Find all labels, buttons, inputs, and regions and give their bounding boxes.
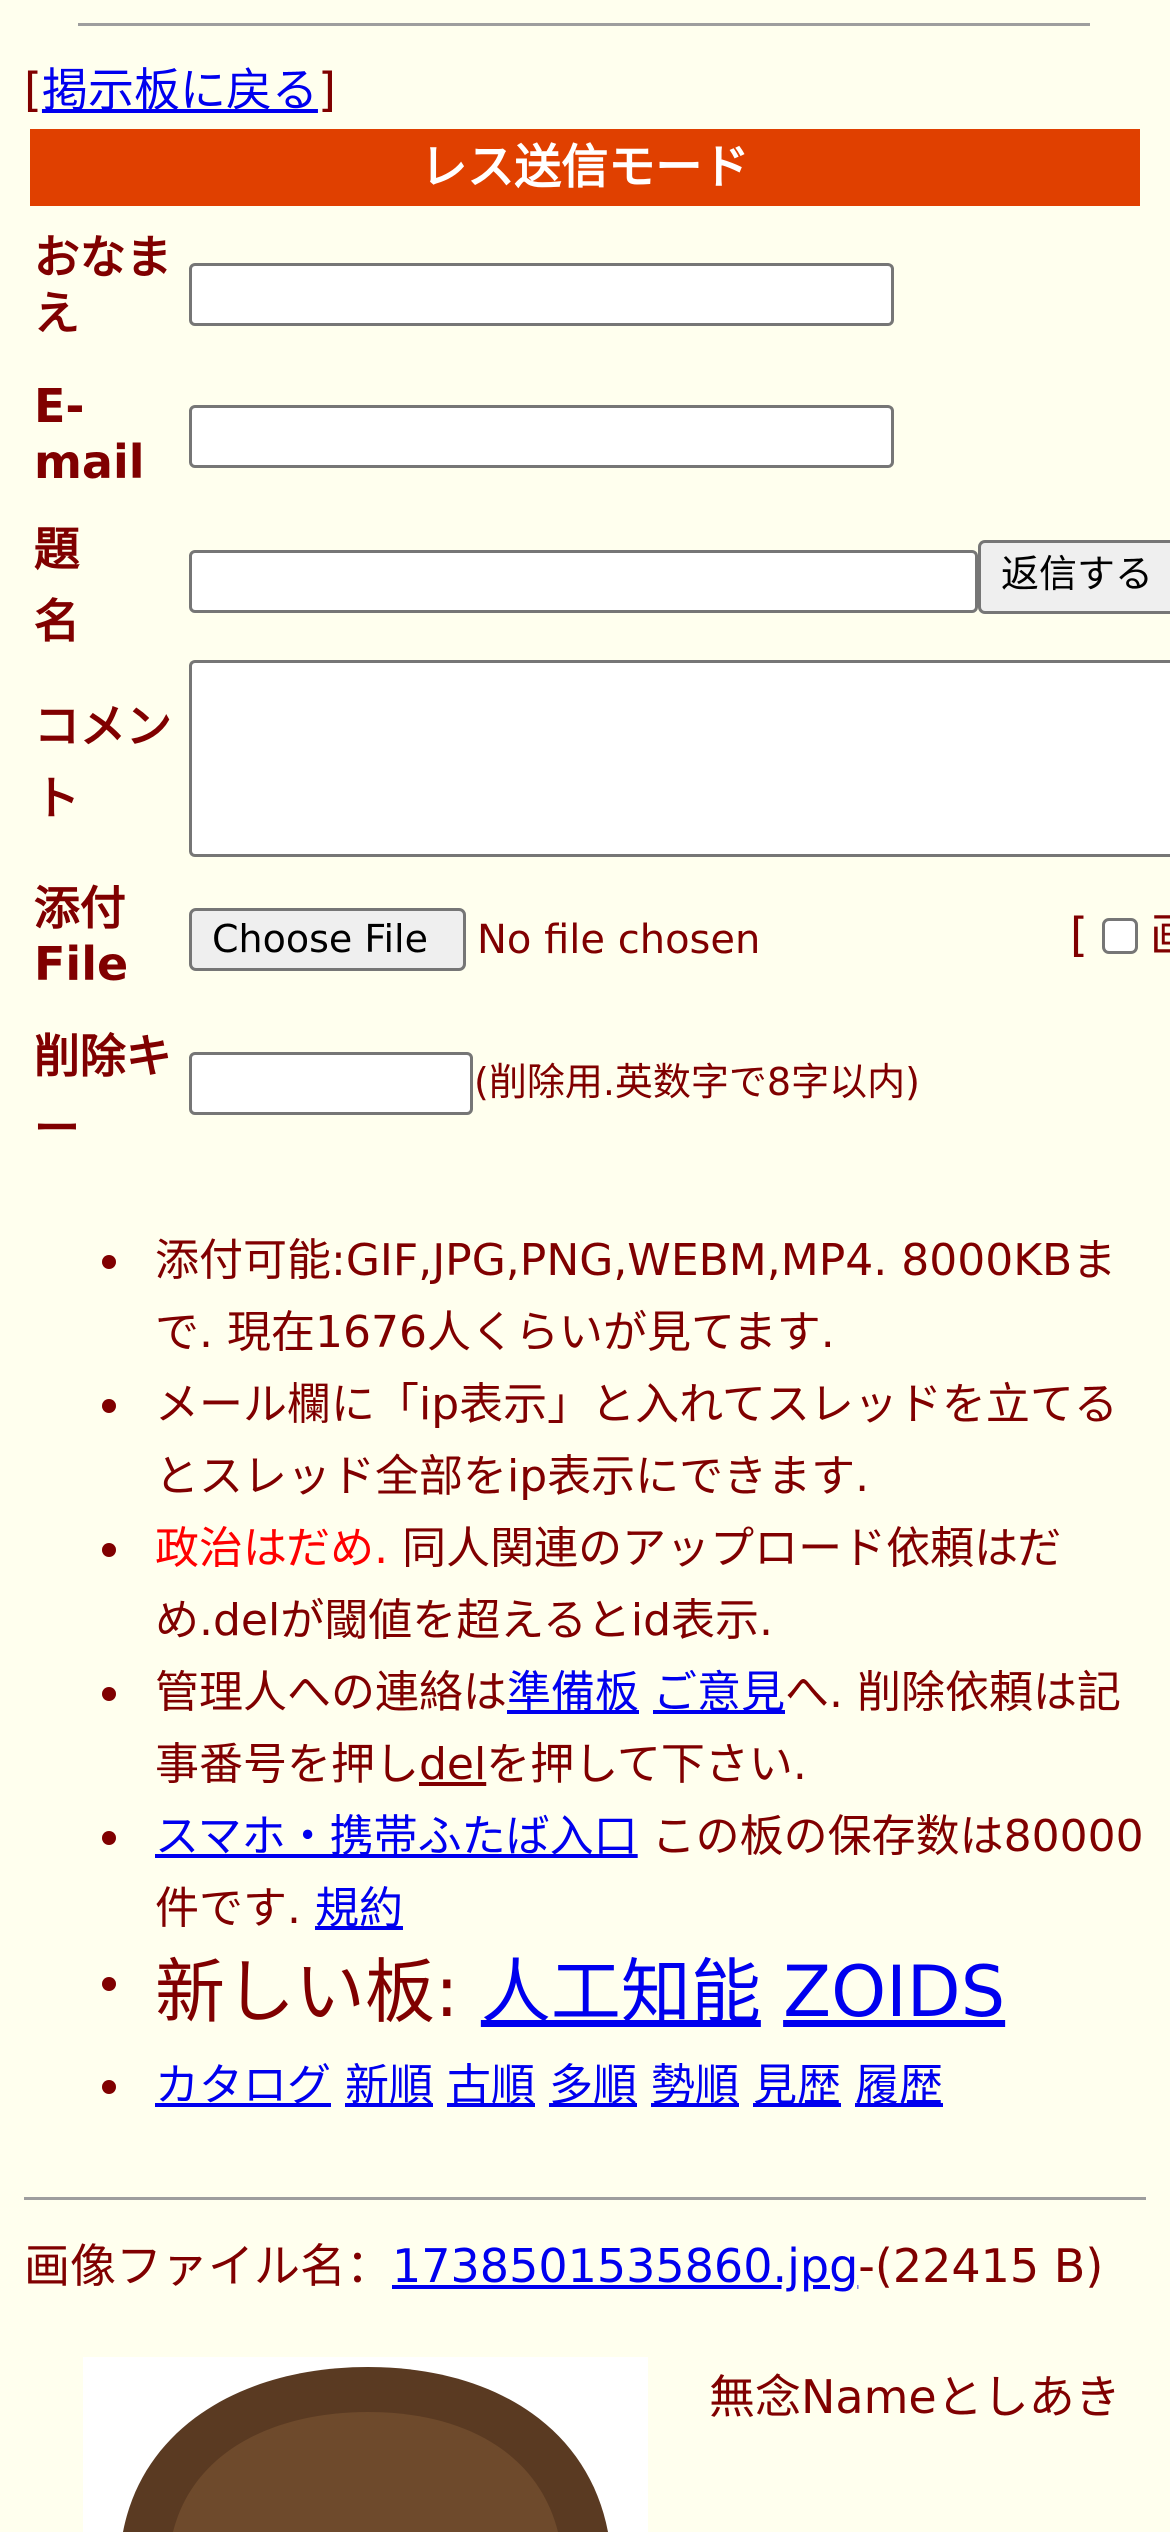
delete-key-label-line-2: ー [34, 1101, 80, 1155]
subject-label: 題 名 [34, 513, 80, 657]
post-file-info: 画像ファイル名：1738501535860.jpg-(22415 B) [24, 2236, 1134, 2296]
list-item: 管理人への連絡は準備板 ご意見へ. 削除依頼は記事番号を押しdelを押して下さい… [102, 1657, 1145, 1801]
terms-link[interactable]: 規約 [315, 1883, 403, 1934]
comment-textarea[interactable] [189, 660, 1170, 857]
subject-input[interactable] [189, 550, 978, 613]
list-item: カタログ 新順 古順 多順 勢順 見歴 履歴 [102, 2050, 1145, 2122]
file-label-line-1: 添付 [34, 881, 126, 935]
sort-most-replies-link[interactable]: 多順 [549, 2060, 637, 2111]
delete-key-note: (削除用.英数字で8字以内) [474, 1060, 920, 1104]
reply-mode-banner: レス送信モード [30, 129, 1140, 206]
delete-key-label-line-1: 削除キ [34, 1029, 172, 1083]
ai-board-link[interactable]: 人工知能 [481, 1951, 761, 2033]
bottom-divider [24, 2197, 1146, 2200]
back-bracket-open: [ [24, 63, 42, 117]
name-label-line-2: え [34, 286, 80, 340]
list-item: スマホ・携帯ふたば入口 この板の保存数は80000件です. 規約 [102, 1801, 1145, 1945]
no-politics-warning: 政治はだめ. [155, 1523, 389, 1574]
delete-key-input[interactable] [189, 1052, 473, 1115]
comment-label-line-2: ト [34, 771, 80, 825]
new-boards-label: 新しい板: [155, 1951, 481, 2033]
top-divider [78, 23, 1090, 26]
back-to-board-link[interactable]: 掲示板に戻る [42, 63, 318, 117]
name-label: おなま え [34, 229, 172, 341]
comment-label-line-1: コメン [34, 699, 172, 753]
list-item: メール欄に「ip表示」と入れてスレッドを立てるとスレッド全部をip表示にできます… [102, 1369, 1145, 1513]
choose-file-button[interactable]: Choose File [189, 908, 466, 971]
ip-display-text: メール欄に「ip表示」と入れてスレッドを立てるとスレッド全部をip表示にできます… [155, 1379, 1118, 1502]
reply-submit-button[interactable]: 返信する [978, 540, 1170, 614]
prep-board-link[interactable]: 準備板 [507, 1667, 639, 1718]
options-bracket: [ [1070, 908, 1088, 962]
sort-momentum-link[interactable]: 勢順 [651, 2060, 739, 2111]
sort-oldest-link[interactable]: 古順 [447, 2060, 535, 2111]
name-input[interactable] [189, 263, 894, 326]
no-file-status: No file chosen [477, 917, 761, 963]
file-size: -(22415 B) [858, 2239, 1104, 2293]
zoids-board-link[interactable]: ZOIDS [783, 1951, 1005, 2033]
email-input[interactable] [189, 405, 894, 468]
upload-limits-text: 添付可能:GIF,JPG,PNG,WEBM,MP4. 8000KBまで. 現在1… [155, 1235, 1117, 1358]
poster-name: 無念Nameとしあき [709, 2370, 1121, 2424]
list-item: 添付可能:GIF,JPG,PNG,WEBM,MP4. 8000KBまで. 現在1… [102, 1225, 1145, 1369]
list-item: 新しい板: 人工知能 ZOIDS [102, 1947, 1145, 2037]
subject-label-line-1: 題 [34, 522, 80, 576]
catalog-link[interactable]: カタログ [155, 2060, 331, 2111]
subject-label-line-2: 名 [34, 594, 80, 648]
file-name-label: 画像ファイル名： [24, 2239, 392, 2293]
name-label-line-1: おなま [34, 230, 172, 284]
contact-text: 管理人への連絡は [155, 1667, 507, 1718]
image-file-link[interactable]: 1738501535860.jpg [392, 2239, 858, 2293]
del-link[interactable]: del [419, 1739, 486, 1790]
image-only-checkbox[interactable] [1102, 918, 1138, 954]
feedback-link[interactable]: ご意見 [653, 1667, 785, 1718]
delete-key-label: 削除キ ー [34, 1020, 172, 1164]
delete-request-text-end: を押して下さい. [486, 1739, 807, 1790]
view-history-link[interactable]: 見歴 [753, 2060, 841, 2111]
sort-newest-link[interactable]: 新順 [345, 2060, 433, 2111]
email-label-line-2: mail [34, 435, 145, 489]
email-label-line-1: E- [34, 379, 85, 433]
hair-silhouette-image [83, 2357, 648, 2532]
mobile-entrance-link[interactable]: スマホ・携帯ふたば入口 [155, 1811, 638, 1862]
file-label-line-2: File [34, 937, 129, 991]
image-only-checkbox-label: 画 [1150, 905, 1170, 965]
back-bracket-close: ] [317, 63, 336, 117]
comment-label: コメン ト [34, 690, 172, 834]
list-item: 政治はだめ. 同人関連のアップロード依頼はだめ.delが閾値を超えるとid表示. [102, 1513, 1145, 1657]
email-label: E- mail [34, 378, 145, 490]
post-thumbnail-image[interactable] [83, 2357, 648, 2532]
post-history-link[interactable]: 履歴 [855, 2060, 943, 2111]
back-nav: [掲示板に戻る] [24, 60, 336, 120]
file-label: 添付 File [34, 880, 128, 992]
